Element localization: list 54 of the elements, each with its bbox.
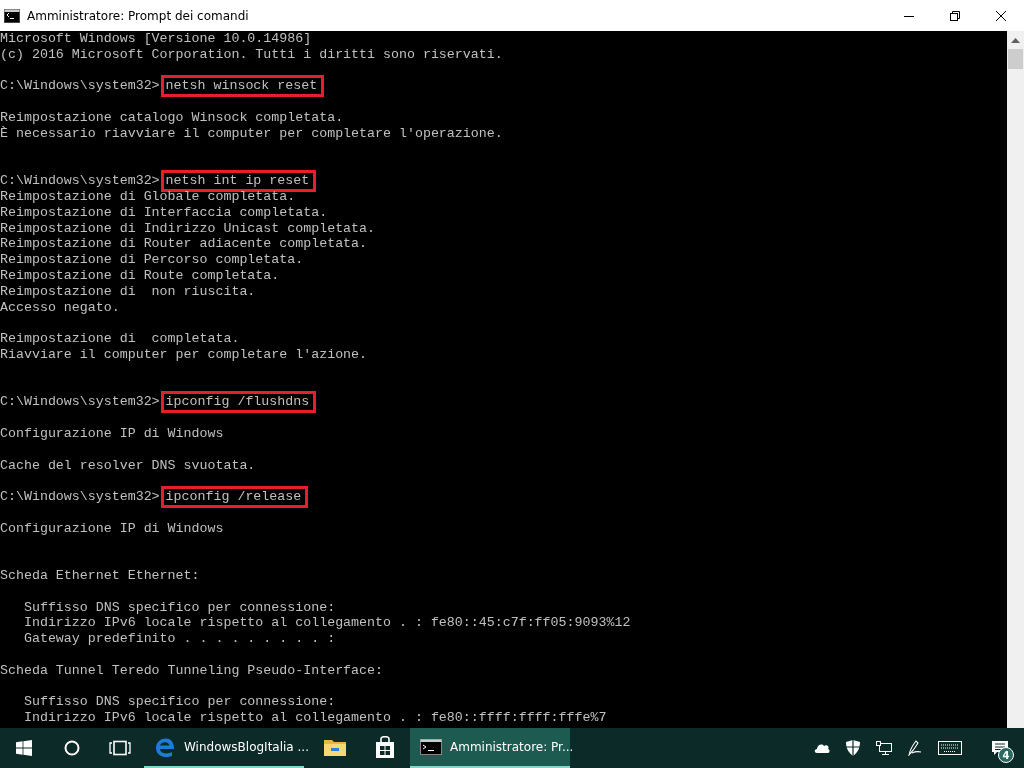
console-line: Configurazione IP di Windows bbox=[0, 520, 225, 537]
console-line: Suffisso DNS specifico per connessione: bbox=[22, 599, 337, 616]
command-prompt: C:\Windows\system32> bbox=[0, 394, 160, 411]
console-line: Scheda Ethernet Ethernet: bbox=[0, 568, 201, 584]
cloud-icon[interactable] bbox=[814, 743, 830, 753]
scrollbar[interactable] bbox=[1007, 31, 1024, 728]
folder-icon bbox=[324, 738, 346, 756]
command-prompt: C:\Windows\system32> bbox=[0, 173, 160, 189]
console-line: Configurazione IP di Windows bbox=[0, 425, 225, 442]
console-line: Riavviare il computer per completare l'azione. bbox=[0, 346, 369, 363]
windows-icon bbox=[16, 740, 32, 756]
shopping-bag-icon bbox=[375, 736, 395, 758]
close-icon bbox=[996, 10, 1006, 21]
keyboard-icon[interactable] bbox=[938, 741, 962, 755]
console-line: È necessario riavviare il computer per completare l'operazione. bbox=[0, 125, 504, 142]
console-line: Reimpostazione catalogo Winsock completata. bbox=[0, 110, 345, 126]
notifications-button[interactable]: 4 bbox=[976, 728, 1024, 768]
scroll-up-icon[interactable] bbox=[1011, 38, 1020, 43]
notification-count: 4 bbox=[998, 747, 1014, 763]
network-icon[interactable] bbox=[876, 741, 892, 755]
console-line: Cache del resolver DNS svuotata. bbox=[0, 457, 257, 474]
console-line: Indirizzo IPv6 locale rispetto al collegamento . : fe80::ffff:ffff:fffe%7 bbox=[22, 710, 608, 727]
command-prompt: C:\Windows\system32> bbox=[0, 489, 160, 505]
console-line: (c) 2016 Microsoft Corporation. Tutti i diritti sono riservati. bbox=[0, 46, 504, 63]
command-text: ipconfig /release bbox=[163, 489, 306, 505]
circle-icon bbox=[64, 740, 80, 756]
taskbar-app[interactable]: Amministratore: Pr... bbox=[410, 728, 570, 768]
e-letter-icon bbox=[154, 736, 176, 758]
console-line: Reimpostazione di Globale completata. bbox=[0, 188, 297, 205]
console-icon bbox=[420, 739, 442, 755]
task-view-icon bbox=[109, 740, 131, 756]
pen-icon[interactable] bbox=[908, 740, 922, 756]
console-line: Indirizzo IPv6 locale rispetto al collegamento . : fe80::45:c7f:ff05:9093%12 bbox=[22, 615, 632, 632]
console-line: Scheda Tunnel Teredo Tunneling Pseudo-Interface: bbox=[0, 662, 384, 679]
console-line: Reimpostazione di Route completata. bbox=[0, 267, 281, 284]
console-line: Reimpostazione di completata. bbox=[0, 331, 241, 347]
console-line: Reimpostazione di Indirizzo Unicast completata. bbox=[0, 220, 377, 237]
console-line: Reimpostazione di Interfaccia completata. bbox=[0, 204, 329, 221]
window-title: Amministratore: Prompt dei comandi bbox=[27, 8, 249, 23]
console-line: Suffisso DNS specifico per connessione: bbox=[22, 694, 337, 711]
restore-icon bbox=[950, 10, 960, 21]
scrollbar-thumb[interactable] bbox=[1008, 49, 1023, 69]
shield-icon[interactable] bbox=[846, 740, 860, 756]
command-text: ipconfig /flushdns bbox=[163, 394, 314, 411]
console-line: Reimpostazione di non riuscita. bbox=[0, 283, 257, 300]
console-line: Reimpostazione di Router adiacente completata. bbox=[0, 236, 369, 253]
console-line: Microsoft Windows [Versione 10.0.14986] bbox=[0, 31, 313, 47]
command-text: netsh winsock reset bbox=[163, 78, 322, 95]
console-line: Reimpostazione di Percorso completata. bbox=[0, 252, 305, 268]
command-prompt: C:\Windows\system32> bbox=[0, 78, 160, 95]
command-text: netsh int ip reset bbox=[163, 173, 314, 189]
console-line: Accesso negato. bbox=[0, 299, 121, 316]
console-icon bbox=[4, 8, 20, 23]
console-line: Gateway predefinito . . . . . . . . . : bbox=[22, 631, 337, 648]
